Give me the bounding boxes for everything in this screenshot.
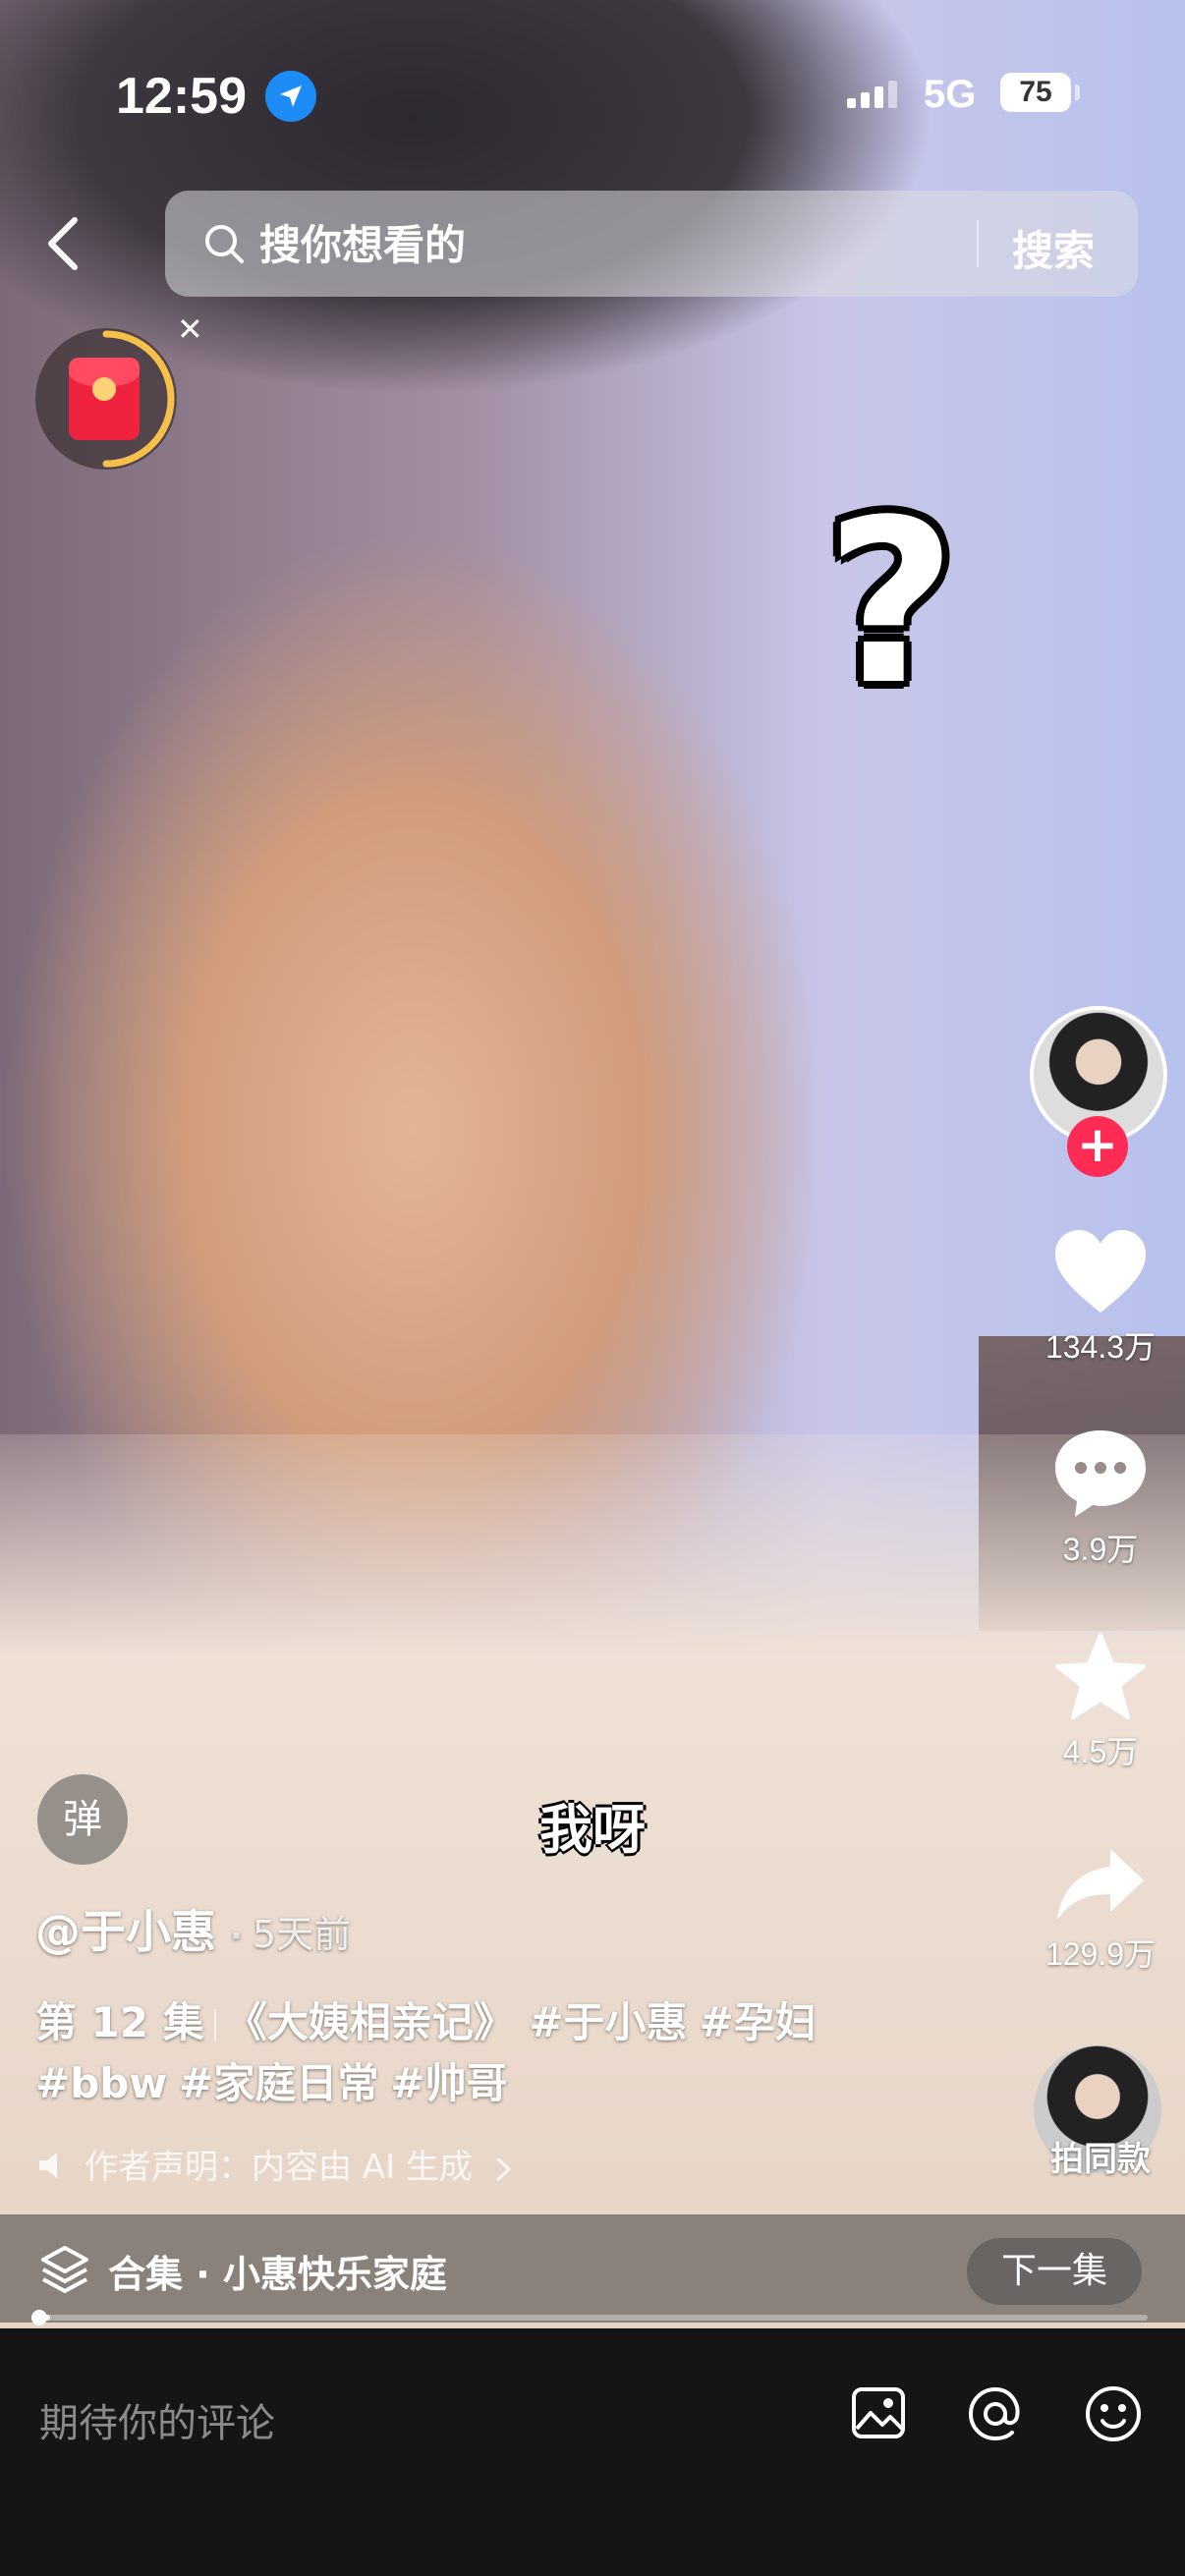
signal-icon [847, 81, 902, 108]
same-style-label[interactable]: 拍同款 [1022, 2132, 1179, 2180]
location-icon [265, 71, 316, 122]
comment-bar [0, 2328, 1185, 2576]
chevron-right-icon [495, 2156, 511, 2181]
heart-icon [1055, 1230, 1146, 1313]
question-sticker: ? [825, 473, 957, 735]
author-name[interactable]: @于小惠 [35, 1905, 216, 1958]
like-count: 134.3万 [1044, 1329, 1157, 1365]
search-button[interactable]: 搜索 [1012, 218, 1095, 278]
collection-label: 合集 · 小惠快乐家庭 [108, 2253, 447, 2296]
collection-bar[interactable]: 合集 · 小惠快乐家庭 下一集 [0, 2214, 1185, 2323]
network-type: 5G [924, 73, 977, 116]
speaker-icon [37, 2150, 71, 2189]
search-icon [202, 222, 246, 269]
layers-icon [39, 2244, 90, 2299]
status-bar: 12:59 5G 75 [0, 59, 1185, 138]
share-button[interactable]: 129.9万 [1022, 1845, 1179, 1975]
share-count: 129.9万 [1044, 1936, 1157, 1972]
comment-count: 3.9万 [1062, 1532, 1139, 1567]
search-input[interactable] [257, 212, 949, 277]
post-title: 《大姨相亲记》 [225, 1998, 515, 2046]
status-time: 12:59 [116, 68, 247, 125]
search-bar[interactable]: 搜索 [165, 191, 1138, 297]
favorite-count: 4.5万 [1062, 1734, 1139, 1769]
next-episode-button[interactable]: 下一集 [967, 2238, 1142, 2305]
hashtag[interactable]: #家庭日常 [179, 2059, 378, 2107]
author-line: @于小惠 · 5天前 [35, 1905, 352, 1958]
post-time: 5天前 [252, 1913, 352, 1956]
video-blouse-region [0, 1434, 1185, 2328]
post-description: 第 12 集《大姨相亲记》 #于小惠 #孕妇 #bbw #家庭日常 #帅哥 [35, 1992, 920, 2114]
at-icon[interactable] [965, 2383, 1026, 2448]
search-divider [977, 220, 979, 267]
hashtag[interactable]: #孕妇 [700, 1998, 817, 2046]
hashtag[interactable]: #bbw [35, 2059, 167, 2107]
close-icon[interactable]: ✕ [177, 310, 203, 348]
video-progress-bar[interactable] [39, 2315, 1148, 2321]
comment-button[interactable]: 3.9万 [1022, 1427, 1179, 1570]
ai-disclosure-text: 作者声明：内容由 AI 生成 [85, 2148, 473, 2187]
hashtag[interactable]: #于小惠 [529, 1998, 687, 2046]
star-icon [1055, 1633, 1146, 1719]
red-packet-icon [69, 358, 140, 440]
battery-level: 75 [1000, 73, 1071, 112]
back-icon[interactable] [43, 214, 92, 283]
follow-button[interactable]: + [1067, 1116, 1128, 1177]
video-progress-knob[interactable] [31, 2310, 47, 2325]
image-icon[interactable] [849, 2383, 908, 2446]
comment-input[interactable] [37, 2391, 788, 2456]
red-packet-widget[interactable] [35, 328, 177, 470]
ai-disclosure[interactable]: 作者声明：内容由 AI 生成 [37, 2140, 513, 2189]
episode-label: 第 12 集 [35, 1998, 204, 2046]
comment-icon [1055, 1430, 1146, 1517]
favorite-button[interactable]: 4.5万 [1022, 1631, 1179, 1772]
like-button[interactable]: 134.3万 [1022, 1228, 1179, 1368]
video-subtitle: 我呀 [539, 1799, 646, 1861]
hashtag[interactable]: #帅哥 [390, 2059, 507, 2107]
battery-nub [1075, 84, 1080, 100]
emoji-icon[interactable] [1083, 2383, 1144, 2448]
